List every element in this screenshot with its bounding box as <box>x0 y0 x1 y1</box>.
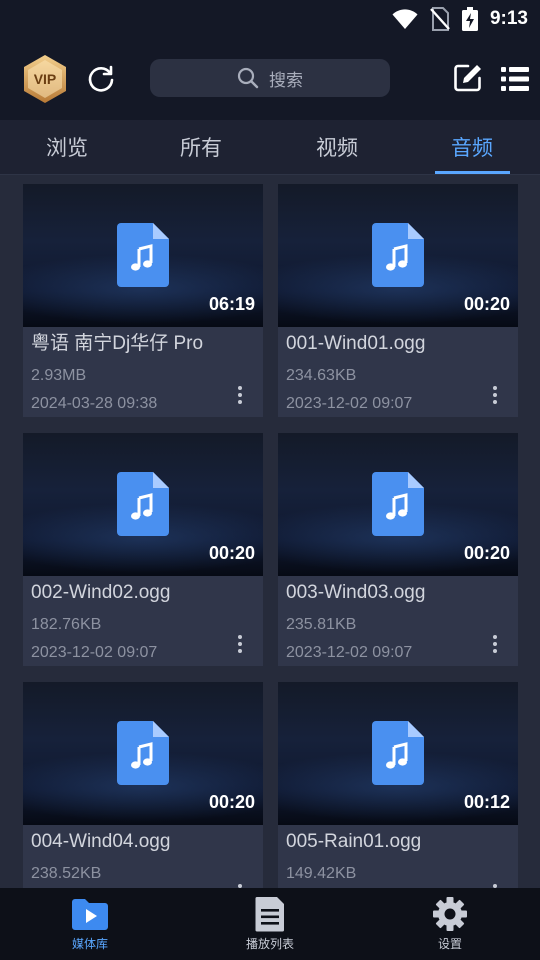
audio-file-icon <box>372 472 424 536</box>
audio-file-icon <box>117 223 169 287</box>
media-file-size: 234.63KB <box>286 367 357 384</box>
media-file-size: 235.81KB <box>286 616 357 633</box>
more-options-button[interactable] <box>484 382 506 408</box>
playlist-icon <box>255 897 284 932</box>
media-thumbnail: 06:19 <box>23 184 263 327</box>
media-duration: 00:12 <box>463 792 510 812</box>
battery-charging-icon <box>461 7 478 31</box>
bottom-navigation: 媒体库 播放列表 设置 <box>0 888 540 960</box>
media-card[interactable]: 00:20 003-Wind03.ogg 235.81KB 2023-12-02… <box>278 433 518 666</box>
search-placeholder: 搜索 <box>269 70 303 91</box>
nav-label: 设置 <box>437 937 462 951</box>
media-file-name: 004-Wind04.ogg <box>31 831 171 852</box>
more-options-button[interactable] <box>229 382 251 408</box>
media-file-date: 2023-12-02 09:07 <box>31 644 158 661</box>
nav-label: 播放列表 <box>245 937 294 951</box>
tab-audio[interactable]: 音频 <box>432 120 512 174</box>
status-time: 9:13 <box>489 8 528 29</box>
tab-video[interactable]: 视频 <box>297 120 377 174</box>
audio-file-icon <box>372 223 424 287</box>
nav-label: 媒体库 <box>71 937 108 951</box>
nav-item-media-library[interactable]: 媒体库 <box>30 888 150 960</box>
app-header: VIP 搜索 <box>0 40 540 120</box>
media-duration: 00:20 <box>208 792 255 812</box>
media-library-icon <box>72 899 108 930</box>
media-grid: 06:19 粤语 南宁Dj华仔 Pro 2.93MB 2024-03-28 09… <box>0 175 540 888</box>
vip-badge-button[interactable]: VIP <box>22 54 68 104</box>
vip-badge-icon: VIP <box>24 55 66 103</box>
media-file-size: 2.93MB <box>31 367 87 384</box>
media-file-size: 149.42KB <box>286 865 357 882</box>
media-thumbnail: 00:20 <box>23 682 263 825</box>
no-sim-icon <box>430 7 450 31</box>
media-file-name: 002-Wind02.ogg <box>31 582 171 603</box>
nav-item-playlist[interactable]: 播放列表 <box>210 888 330 960</box>
media-card[interactable]: 00:12 005-Rain01.ogg 149.42KB <box>278 682 518 888</box>
more-options-button[interactable] <box>484 880 506 888</box>
status-bar: 9:13 <box>0 0 540 40</box>
active-tab-indicator <box>435 171 510 174</box>
media-thumbnail: 00:12 <box>278 682 518 825</box>
audio-file-icon <box>372 721 424 785</box>
media-file-date: 2024-03-28 09:38 <box>31 395 158 412</box>
media-duration: 00:20 <box>463 294 510 314</box>
audio-file-icon <box>117 721 169 785</box>
settings-icon <box>433 897 467 931</box>
media-thumbnail: 00:20 <box>278 184 518 327</box>
media-file-date: 2023-12-02 09:07 <box>286 395 413 412</box>
tab-browse[interactable]: 浏览 <box>27 120 107 174</box>
media-file-size: 238.52KB <box>31 865 102 882</box>
more-options-button[interactable] <box>484 631 506 657</box>
media-card[interactable]: 00:20 001-Wind01.ogg 234.63KB 2023-12-02… <box>278 184 518 417</box>
media-library-screen: 9:13 VIP 搜索 浏览 所有 视频 音频 06:19 粤语 南宁Dj华仔 … <box>0 0 540 960</box>
vip-label: VIP <box>34 71 57 87</box>
media-duration: 00:20 <box>463 543 510 563</box>
more-options-button[interactable] <box>229 631 251 657</box>
audio-file-icon <box>117 472 169 536</box>
media-file-date: 2023-12-02 09:07 <box>286 644 413 661</box>
category-tabs: 浏览 所有 视频 音频 <box>0 120 540 175</box>
media-file-size: 182.76KB <box>31 616 102 633</box>
nav-item-settings[interactable]: 设置 <box>390 888 510 960</box>
media-duration: 00:20 <box>208 543 255 563</box>
media-file-name: 粤语 南宁Dj华仔 Pro <box>31 333 204 354</box>
media-thumbnail: 00:20 <box>278 433 518 576</box>
media-card[interactable]: 00:20 002-Wind02.ogg 182.76KB 2023-12-02… <box>23 433 263 666</box>
search-input[interactable]: 搜索 <box>150 59 390 97</box>
menu-list-icon[interactable] <box>500 64 530 94</box>
wifi-icon <box>392 9 418 29</box>
media-file-name: 005-Rain01.ogg <box>286 831 422 852</box>
search-icon <box>237 67 259 89</box>
media-card[interactable]: 06:19 粤语 南宁Dj华仔 Pro 2.93MB 2024-03-28 09… <box>23 184 263 417</box>
tab-all[interactable]: 所有 <box>161 120 241 174</box>
media-thumbnail: 00:20 <box>23 433 263 576</box>
media-card[interactable]: 00:20 004-Wind04.ogg 238.52KB <box>23 682 263 888</box>
media-file-name: 001-Wind01.ogg <box>286 333 426 354</box>
media-file-name: 003-Wind03.ogg <box>286 582 426 603</box>
refresh-icon[interactable] <box>86 64 116 94</box>
edit-icon[interactable] <box>452 62 484 94</box>
more-options-button[interactable] <box>229 880 251 888</box>
media-duration: 06:19 <box>208 294 255 314</box>
status-icons: 9:13 <box>392 4 528 34</box>
